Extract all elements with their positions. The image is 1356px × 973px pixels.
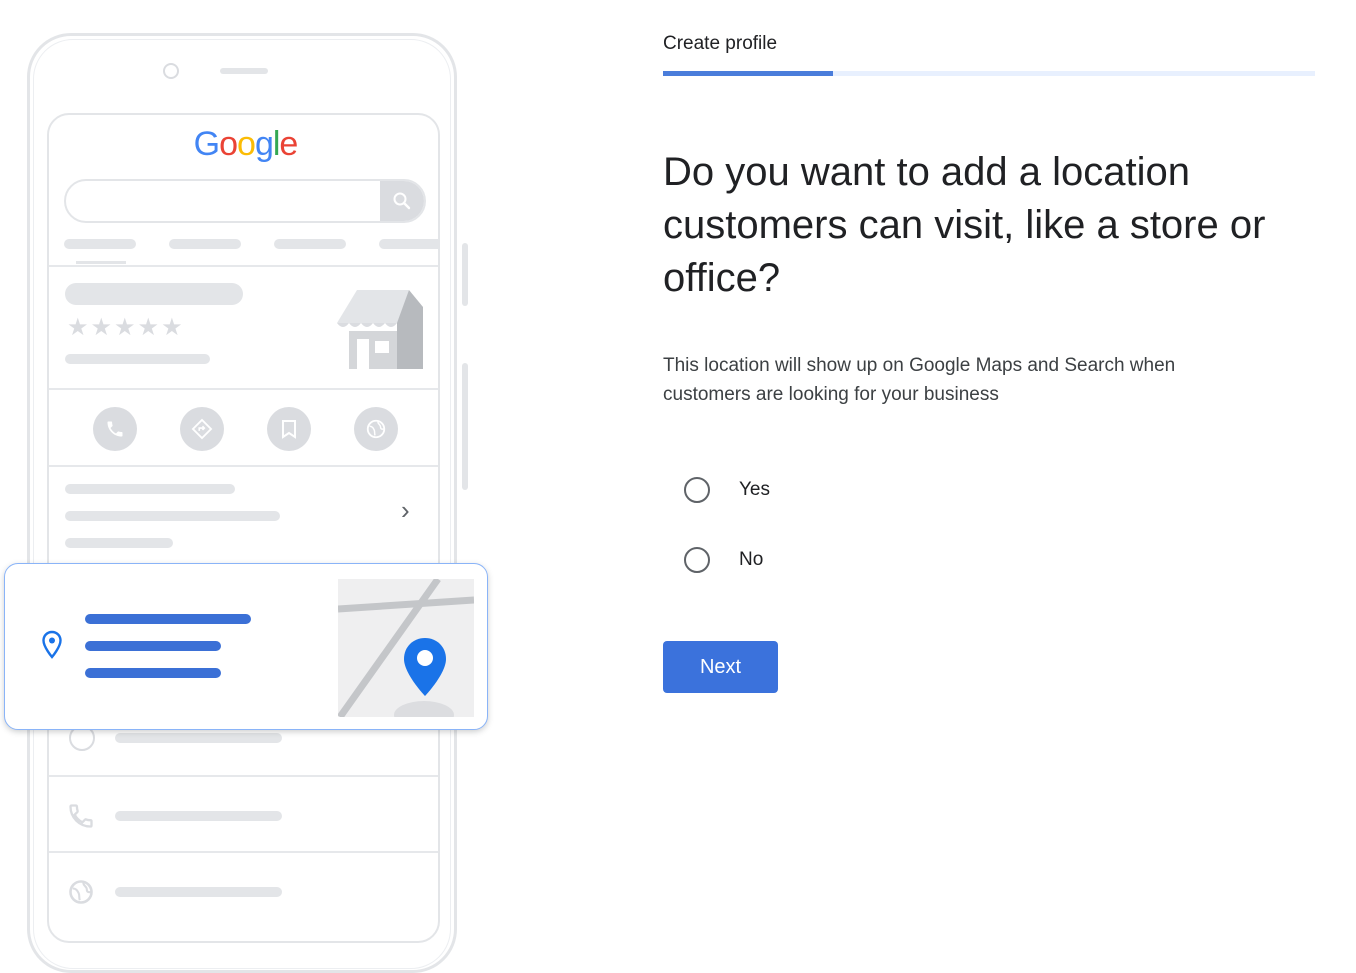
search-icon: [380, 181, 424, 221]
radio-label[interactable]: Yes: [739, 479, 770, 501]
rating-stars-icon: ★★★★★: [67, 314, 185, 341]
page-title: Do you want to add a location customers …: [663, 150, 1266, 300]
divider: [49, 465, 438, 467]
phone-side-button: [462, 363, 468, 490]
map-thumbnail: [337, 576, 475, 729]
radio-option-no[interactable]: No: [684, 547, 763, 573]
mock-tab-indicator: [76, 261, 126, 264]
location-card: [4, 563, 488, 730]
location-pin-icon: [41, 630, 63, 665]
mock-text-line: [65, 538, 173, 548]
mock-text-line: [115, 887, 282, 897]
radio-label[interactable]: No: [739, 549, 763, 571]
radio-button[interactable]: [684, 547, 710, 573]
google-logo: Google: [193, 125, 299, 163]
mock-tab: [64, 239, 136, 249]
mock-search-bar: [64, 179, 426, 223]
radio-button[interactable]: [684, 477, 710, 503]
globe-icon: [67, 878, 95, 911]
phone-screen: Google ★★★★★ ›: [47, 113, 440, 943]
phone-speaker: [220, 68, 268, 74]
divider: [49, 775, 438, 777]
page-description: This location will show up on Google Map…: [663, 355, 1176, 405]
mock-text-line: [65, 354, 210, 364]
radio-option-yes[interactable]: Yes: [684, 477, 770, 503]
next-button[interactable]: Next: [663, 641, 778, 693]
mock-text-line: [65, 511, 280, 521]
mock-business-name: [65, 283, 243, 305]
phone-camera-icon: [163, 63, 179, 79]
mock-tab: [274, 239, 346, 249]
divider: [49, 265, 438, 267]
mock-address-line: [85, 641, 221, 651]
phone-side-button: [462, 243, 468, 306]
mock-tab: [169, 239, 241, 249]
mock-address-line: [85, 668, 221, 678]
phone-icon: [93, 407, 137, 451]
storefront-icon: [337, 287, 425, 376]
chevron-right-icon: ›: [401, 495, 410, 525]
divider: [49, 851, 438, 853]
divider: [49, 388, 438, 390]
directions-icon: [180, 407, 224, 451]
phone-icon: [67, 802, 95, 835]
progress-fill: [663, 71, 833, 76]
mock-tab: [379, 239, 438, 249]
bookmark-icon: [267, 407, 311, 451]
mock-text-line: [115, 733, 282, 743]
mock-text-line: [65, 484, 235, 494]
tab-create-profile: Create profile: [663, 33, 778, 54]
mock-text-line: [115, 811, 282, 821]
globe-icon: [354, 407, 398, 451]
mock-address-line: [85, 614, 251, 624]
